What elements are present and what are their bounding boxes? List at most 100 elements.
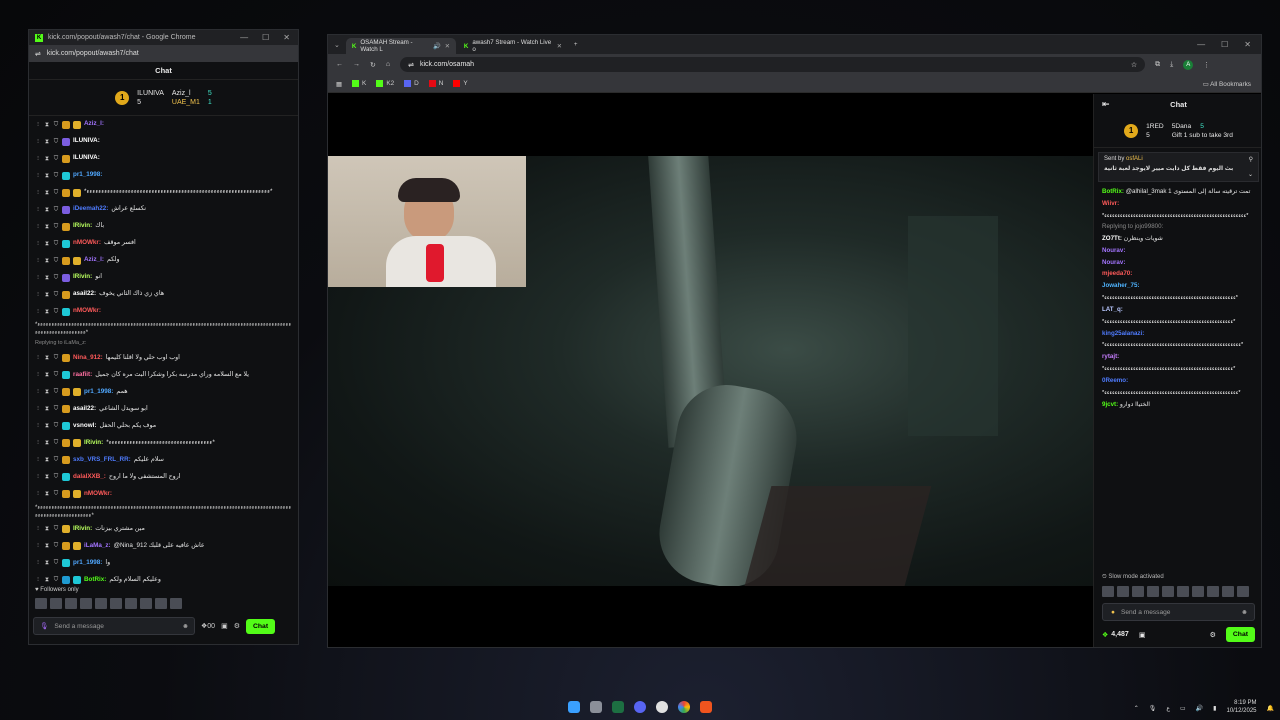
points-icon[interactable]: ❖00 (201, 622, 215, 630)
shield-icon[interactable]: ⛉ (53, 543, 59, 549)
chat-username[interactable]: pr1_1998: (73, 172, 102, 179)
hourglass-icon[interactable]: ⧗ (44, 173, 50, 179)
close-icon[interactable]: ✕ (1244, 40, 1251, 49)
pin-icon[interactable]: ⫶ (35, 577, 41, 583)
emote[interactable] (1162, 586, 1174, 597)
pin-icon[interactable]: ⫶ (35, 224, 41, 230)
extensions-icon[interactable]: ⧉ (1155, 61, 1160, 69)
side-leader-user2[interactable]: 5Dana (1172, 123, 1191, 130)
hourglass-icon[interactable]: ⧗ (44, 543, 50, 549)
hourglass-icon[interactable]: ⧗ (44, 292, 50, 298)
hourglass-icon[interactable]: ⧗ (44, 224, 50, 230)
emote[interactable] (1237, 586, 1249, 597)
settings-gear-icon[interactable]: ⚙ (1210, 631, 1216, 639)
hourglass-icon[interactable]: ⧗ (44, 156, 50, 162)
points-icon[interactable]: ❖ (1102, 631, 1108, 639)
chat-username[interactable]: ILUNIVA: (73, 155, 100, 162)
emote[interactable] (140, 598, 152, 609)
profile-avatar[interactable]: A (1183, 59, 1194, 70)
chat-username[interactable]: IRivin: (84, 439, 103, 446)
hourglass-icon[interactable]: ⧗ (44, 474, 50, 480)
shield-icon[interactable]: ⛉ (53, 474, 59, 480)
popout-url[interactable]: kick.com/popout/awash7/chat (47, 50, 139, 57)
chat-username[interactable]: IRivin: (73, 223, 92, 230)
pin-icon[interactable]: ⫶ (35, 474, 41, 480)
chat-username[interactable]: ILUNIVA: (73, 138, 100, 145)
chat-username[interactable]: king25alanazi: (1102, 330, 1144, 337)
apps-icon[interactable]: ▦ (336, 80, 342, 88)
shield-icon[interactable]: ⛉ (53, 156, 59, 162)
bookmark-k[interactable]: K (352, 80, 366, 87)
minimize-icon[interactable]: — (240, 33, 248, 42)
pin-icon[interactable]: ⫶ (35, 156, 41, 162)
chat-username[interactable]: raafiit: (73, 371, 92, 378)
pin-icon[interactable]: ⫶ (35, 406, 41, 412)
chat-username[interactable]: iDeemah22: (73, 206, 108, 213)
language-indicator[interactable]: ع (1166, 705, 1170, 712)
tab-close-icon[interactable]: ✕ (557, 43, 562, 50)
forward-icon[interactable]: → (353, 61, 360, 68)
new-tab-button[interactable]: + (574, 41, 578, 48)
mic-icon[interactable]: ● (1111, 609, 1115, 616)
chat-username[interactable]: Aziz_l: (84, 257, 104, 264)
shield-icon[interactable]: ⛉ (53, 406, 59, 412)
pin-icon[interactable]: ⫶ (35, 258, 41, 264)
gift-sub-prompt[interactable]: Gift 1 sub to take 3rd (1172, 132, 1233, 139)
emote[interactable] (1177, 586, 1189, 597)
chat-username[interactable]: rytajt: (1102, 353, 1119, 360)
hourglass-icon[interactable]: ⧗ (44, 457, 50, 463)
emote[interactable] (35, 598, 47, 609)
tray-chevron-icon[interactable]: ⌃ (1134, 705, 1139, 712)
network-icon[interactable]: ▭ (1180, 705, 1186, 712)
hourglass-icon[interactable]: ⧗ (44, 122, 50, 128)
hourglass-icon[interactable]: ⧗ (44, 560, 50, 566)
bookmark-k2[interactable]: K2 (376, 80, 394, 87)
pin-icon[interactable]: ⫶ (35, 526, 41, 532)
address-url[interactable]: kick.com/osamah (420, 61, 474, 68)
emote[interactable] (95, 598, 107, 609)
pin-icon[interactable]: ⫶ (35, 241, 41, 247)
emote[interactable] (1207, 586, 1219, 597)
popout-url-bar[interactable]: ⇌ kick.com/popout/awash7/chat (29, 45, 298, 62)
chat-username[interactable]: Jowaher_75: (1102, 282, 1140, 289)
maximize-icon[interactable]: ☐ (262, 33, 269, 42)
chat-username[interactable]: sxb_VRS_FRL_RR: (73, 456, 131, 463)
video-player[interactable] (328, 94, 1093, 647)
shield-icon[interactable]: ⛉ (53, 207, 59, 213)
chat-username[interactable]: nMOWkr: (73, 240, 101, 247)
leader-user3[interactable]: UAE_M1 (172, 99, 200, 106)
side-leader-user1[interactable]: 1RED (1146, 123, 1164, 130)
shield-icon[interactable]: ⛉ (53, 423, 59, 429)
all-bookmarks[interactable]: ▭ All Bookmarks (1203, 80, 1251, 88)
file-explorer-icon[interactable] (590, 701, 602, 713)
hourglass-icon[interactable]: ⧗ (44, 440, 50, 446)
emote[interactable] (170, 598, 182, 609)
chat-username[interactable]: nMOWkr: (73, 308, 101, 315)
shield-icon[interactable]: ⛉ (53, 577, 59, 583)
menu-icon[interactable]: ⋮ (1203, 61, 1210, 69)
side-chat-button[interactable]: Chat (1225, 627, 1255, 642)
hourglass-icon[interactable]: ⧗ (44, 423, 50, 429)
chat-username[interactable]: Wiivr: (1102, 200, 1119, 207)
hourglass-icon[interactable]: ⧗ (44, 355, 50, 361)
downloads-icon[interactable]: ⤓ (1170, 61, 1173, 69)
chat-username[interactable]: BotRix: (1102, 188, 1124, 195)
tab-close-icon[interactable]: ✕ (445, 43, 450, 50)
collapse-chat-icon[interactable]: ⇤ (1102, 99, 1110, 110)
spreadsheet-icon[interactable] (612, 701, 624, 713)
chat-username[interactable]: Nourav: (1102, 259, 1125, 266)
shield-icon[interactable]: ⛉ (53, 526, 59, 532)
tab-osamah[interactable]: K OSAMAH Stream - Watch L 🔊 ✕ (345, 38, 456, 54)
pin-icon[interactable]: ⫶ (35, 173, 41, 179)
chat-username[interactable]: pr1_1998: (84, 388, 113, 395)
pin-icon[interactable]: ⫶ (35, 190, 41, 196)
pin-icon[interactable]: ⫶ (35, 457, 41, 463)
side-message-input[interactable]: ● Send a message ☻ (1102, 603, 1255, 621)
shield-icon[interactable]: ⛉ (53, 258, 59, 264)
pin-icon[interactable]: ⫶ (35, 292, 41, 298)
hourglass-icon[interactable]: ⧗ (44, 275, 50, 281)
chat-username[interactable]: 9jcvt: (1102, 401, 1118, 408)
hourglass-icon[interactable]: ⧗ (44, 577, 50, 583)
hourglass-icon[interactable]: ⧗ (44, 190, 50, 196)
chat-username[interactable]: nMOWkr: (84, 490, 112, 497)
